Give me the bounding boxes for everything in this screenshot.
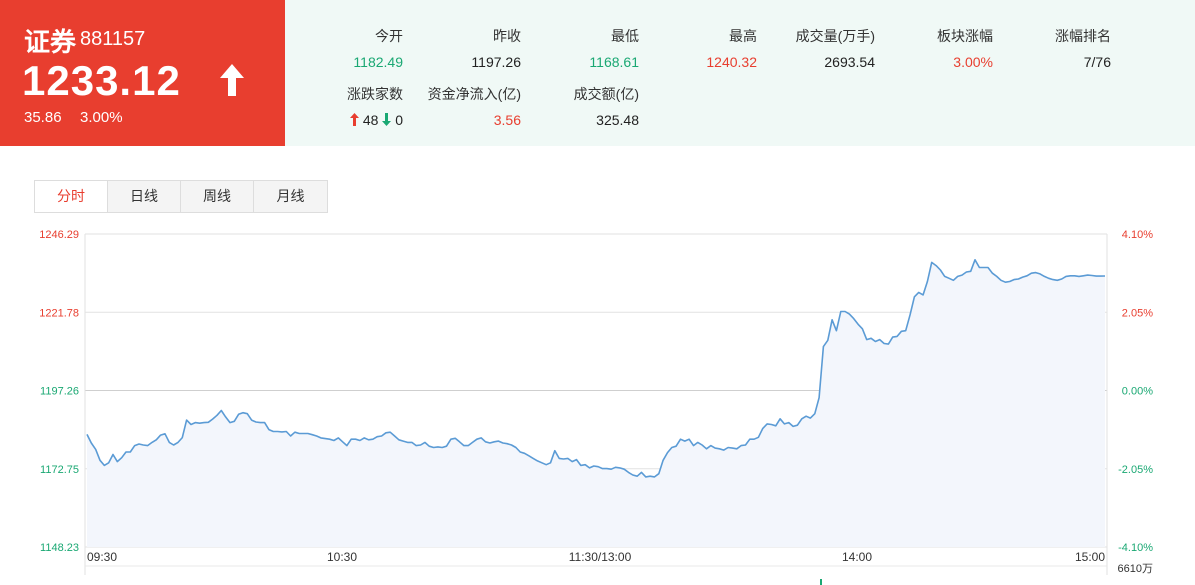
x-tick-label: 10:30 bbox=[327, 550, 357, 564]
y-tick-label-right: 0.00% bbox=[1122, 386, 1153, 398]
y-tick-label-right: -2.05% bbox=[1118, 464, 1153, 476]
x-tick-label: 15:00 bbox=[1075, 550, 1105, 564]
x-tick-label: 11:30/13:00 bbox=[569, 550, 632, 564]
price-area bbox=[87, 259, 1105, 547]
intraday-chart: 1246.29 1221.78 1197.26 1172.75 1148.23 4.10%… bbox=[39, 229, 1153, 585]
y-tick-label-left: 1148.23 bbox=[40, 542, 79, 554]
y-tick-label-left: 1221.78 bbox=[39, 307, 79, 319]
y-tick-label-right: 4.10% bbox=[1122, 229, 1153, 241]
y-tick-label-right: -4.10% bbox=[1118, 542, 1153, 554]
y-tick-label-left: 1246.29 bbox=[39, 229, 79, 241]
x-tick-label: 09:30 bbox=[87, 550, 117, 564]
volume-bar bbox=[820, 579, 822, 585]
x-tick-label: 14:00 bbox=[842, 550, 872, 564]
stock-quote-page: 证券 881157 1233.12 35.86 3.00% 今开 1182.49… bbox=[0, 0, 1195, 585]
y-tick-label-right: 2.05% bbox=[1122, 307, 1153, 319]
volume-max-label: 6610万 bbox=[1118, 563, 1153, 575]
y-tick-label-left: 1197.26 bbox=[40, 386, 79, 398]
y-tick-label-left: 1172.75 bbox=[40, 464, 79, 476]
